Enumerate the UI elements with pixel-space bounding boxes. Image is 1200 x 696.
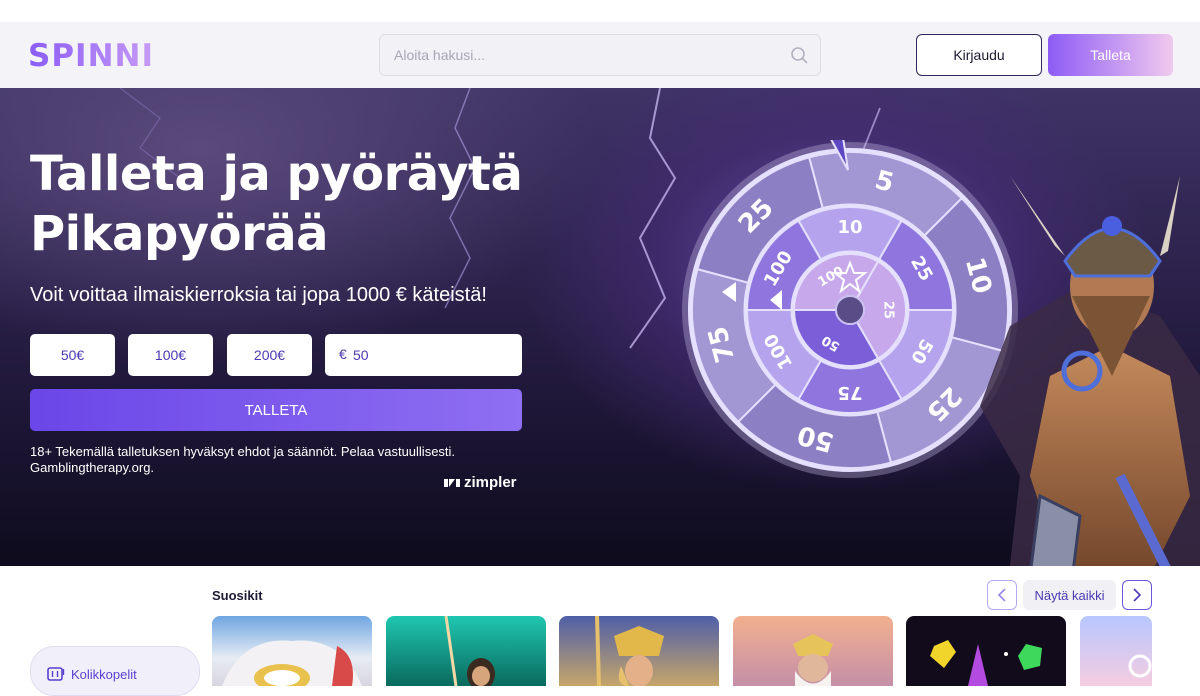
- disclaimer-text: 18+ Tekemällä talletuksen hyväksyt ehdot…: [30, 444, 456, 475]
- game-thumbnail: [595, 616, 664, 686]
- game-tile[interactable]: [1080, 616, 1152, 686]
- game-thumbnail: [930, 640, 1042, 686]
- amount-field[interactable]: €: [325, 334, 522, 376]
- game-thumbnail: [444, 616, 495, 686]
- amount-50-button[interactable]: 50€: [30, 334, 115, 376]
- sidebar-item-slots[interactable]: Kolikkopelit: [30, 646, 200, 696]
- game-tile[interactable]: [733, 616, 893, 686]
- carousel-prev-button[interactable]: [987, 580, 1017, 610]
- game-tile[interactable]: [559, 616, 719, 686]
- game-tile[interactable]: [906, 616, 1066, 686]
- zimpler-label: zimpler: [464, 474, 517, 491]
- hero-title-line2: Pikapyörää: [30, 206, 329, 262]
- warrior-character: [980, 176, 1200, 566]
- top-strip: [0, 0, 1200, 22]
- amount-input[interactable]: [353, 334, 513, 376]
- favorites-title: Suosikit: [212, 588, 263, 603]
- game-tile[interactable]: [212, 616, 372, 686]
- amount-200-button[interactable]: 200€: [227, 334, 312, 376]
- hero-title: Talleta ja pyöräytä Pikapyörää: [30, 144, 590, 264]
- search-input[interactable]: [380, 35, 780, 75]
- zimpler-icon: [444, 478, 460, 487]
- zimpler-logo: zimpler: [444, 474, 517, 491]
- login-button[interactable]: Kirjaudu: [916, 34, 1042, 76]
- slot-machine-icon: [47, 667, 65, 681]
- hero-subtitle: Voit voittaa ilmaiskierroksia tai jopa 1…: [30, 284, 487, 306]
- show-all-button[interactable]: Näytä kaikki: [1023, 580, 1116, 610]
- site-header: SPINNI Kirjaudu Talleta: [0, 22, 1200, 88]
- hero-banner: Talleta ja pyöräytä Pikapyörää Voit voit…: [0, 88, 1200, 566]
- search-box[interactable]: [379, 34, 821, 76]
- chevron-left-icon: [997, 588, 1006, 602]
- game-thumbnail: [222, 640, 362, 686]
- game-thumbnail: [793, 634, 833, 686]
- search-icon[interactable]: [790, 46, 808, 64]
- game-tile[interactable]: [386, 616, 546, 686]
- game-thumbnail: [1128, 654, 1152, 678]
- chevron-right-icon: [1133, 588, 1142, 602]
- header-deposit-button[interactable]: Talleta: [1048, 34, 1173, 76]
- currency-symbol: €: [339, 346, 347, 362]
- carousel-next-button[interactable]: [1122, 580, 1152, 610]
- hero-deposit-button[interactable]: TALLETA: [30, 389, 522, 431]
- hero-title-line1: Talleta ja pyöräytä: [30, 146, 523, 202]
- amount-100-button[interactable]: 100€: [128, 334, 213, 376]
- spinni-logo[interactable]: SPINNI: [28, 38, 154, 74]
